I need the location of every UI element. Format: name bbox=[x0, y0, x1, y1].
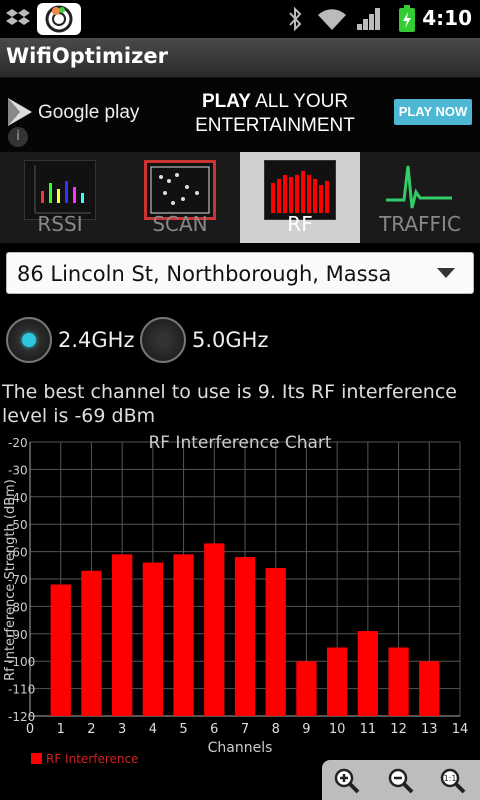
bar-channel-2 bbox=[81, 570, 102, 716]
ad-store-text: Google play bbox=[38, 102, 140, 123]
bar-channel-3 bbox=[112, 554, 133, 716]
y-tick-label: -20 bbox=[8, 436, 28, 450]
tab-label: SCAN bbox=[152, 212, 208, 236]
radio-5-0ghz[interactable]: 5.0GHz bbox=[140, 316, 268, 364]
x-tick-label: 9 bbox=[302, 722, 310, 737]
x-tick-label: 8 bbox=[272, 722, 280, 737]
y-tick-label: -30 bbox=[8, 463, 28, 477]
chart-title: RF Interference Chart bbox=[148, 433, 331, 453]
radio-2-4ghz[interactable]: 2.4GHz bbox=[6, 316, 134, 364]
bar-channel-1 bbox=[50, 584, 71, 716]
x-tick-label: 5 bbox=[179, 722, 187, 737]
rssi-thumbnail-icon bbox=[24, 160, 96, 220]
title-bar: WifiOptimizer bbox=[0, 38, 480, 78]
zoom-in-icon[interactable] bbox=[332, 766, 360, 794]
ad-banner[interactable]: Google play PLAY ALL YOUR ENTERTAINMENT … bbox=[0, 78, 480, 152]
y-axis-label: Rf Interference Strength (dBm) bbox=[3, 479, 18, 681]
bar-channel-7 bbox=[234, 557, 256, 716]
tab-bar: RSSI SCAN RF TRAFFIC bbox=[0, 152, 480, 243]
radio-button-icon bbox=[6, 317, 52, 363]
ad-headline: PLAY ALL YOUR ENTERTAINMENT bbox=[195, 91, 355, 136]
zoom-out-icon[interactable] bbox=[386, 766, 414, 794]
ad-play-now-button[interactable]: PLAY NOW bbox=[394, 99, 472, 125]
x-tick-label: 0 bbox=[26, 722, 34, 737]
bar-channel-12 bbox=[388, 647, 409, 716]
bar-channel-10 bbox=[327, 647, 348, 716]
zoom-fit-icon[interactable]: 1:1 bbox=[438, 766, 466, 794]
bar-channel-8 bbox=[265, 568, 286, 716]
legend-label: RF Interference bbox=[46, 752, 138, 766]
bluetooth-icon bbox=[280, 0, 310, 38]
app-icon bbox=[34, 0, 84, 38]
rf-thumbnail-icon bbox=[264, 160, 336, 220]
bar-channel-4 bbox=[142, 562, 163, 716]
tab-rssi[interactable]: RSSI bbox=[0, 152, 120, 243]
clock: 4:10 bbox=[422, 6, 472, 30]
svg-text:1:1: 1:1 bbox=[444, 774, 457, 783]
x-tick-label: 7 bbox=[241, 722, 249, 737]
ad-info-icon[interactable]: i bbox=[8, 127, 28, 147]
location-spinner[interactable]: 86 Lincoln St, Northborough, Massa bbox=[6, 252, 474, 294]
battery-icon bbox=[394, 0, 420, 38]
y-tick-label: -110 bbox=[8, 683, 35, 697]
app-title: WifiOptimizer bbox=[6, 44, 168, 68]
dropbox-icon bbox=[4, 0, 32, 38]
bar-channel-5 bbox=[173, 554, 194, 716]
best-channel-message: The best channel to use is 9. Its RF int… bbox=[2, 381, 457, 427]
signal-icon bbox=[354, 0, 384, 38]
radio-label: 2.4GHz bbox=[58, 328, 135, 352]
tab-scan[interactable]: SCAN bbox=[120, 152, 240, 243]
legend-swatch bbox=[31, 753, 42, 764]
zoom-controls: 1:1 bbox=[322, 760, 480, 800]
tab-rf[interactable]: RF bbox=[240, 152, 360, 243]
x-tick-label: 10 bbox=[329, 722, 346, 737]
x-tick-label: 11 bbox=[360, 722, 377, 737]
y-tick-label: -120 bbox=[8, 710, 35, 724]
bar-channel-11 bbox=[357, 631, 378, 716]
x-tick-label: 12 bbox=[390, 722, 407, 737]
bar-channel-9 bbox=[296, 661, 317, 716]
x-tick-label: 13 bbox=[421, 722, 438, 737]
tab-label: RSSI bbox=[37, 212, 83, 236]
scan-thumbnail-icon bbox=[144, 160, 216, 220]
x-axis-label: Channels bbox=[208, 740, 273, 756]
tab-traffic[interactable]: TRAFFIC bbox=[360, 152, 480, 243]
status-bar: 4:10 bbox=[0, 0, 480, 38]
rf-interference-chart: 0 1 2 3 4 5 6 7 8 9 10 11 12 13 14-20-30-40-50-60-70-8… bbox=[3, 433, 469, 766]
x-tick-label: 2 bbox=[87, 722, 95, 737]
x-tick-label: 1 bbox=[57, 722, 65, 737]
radio-label: 5.0GHz bbox=[192, 328, 269, 352]
traffic-thumbnail-icon bbox=[384, 160, 456, 220]
x-tick-label: 4 bbox=[149, 722, 157, 737]
x-tick-label: 14 bbox=[452, 722, 469, 737]
tab-label: RF bbox=[287, 212, 313, 236]
radio-button-icon bbox=[140, 317, 186, 363]
tab-label: TRAFFIC bbox=[379, 212, 461, 236]
x-tick-label: 6 bbox=[210, 722, 218, 737]
location-value: 86 Lincoln St, Northborough, Massa bbox=[17, 262, 392, 286]
x-tick-label: 3 bbox=[118, 722, 126, 737]
bar-channel-13 bbox=[419, 661, 440, 716]
dropdown-arrow-icon bbox=[437, 268, 455, 278]
bar-channel-6 bbox=[204, 543, 225, 716]
wifi-icon bbox=[314, 0, 350, 38]
